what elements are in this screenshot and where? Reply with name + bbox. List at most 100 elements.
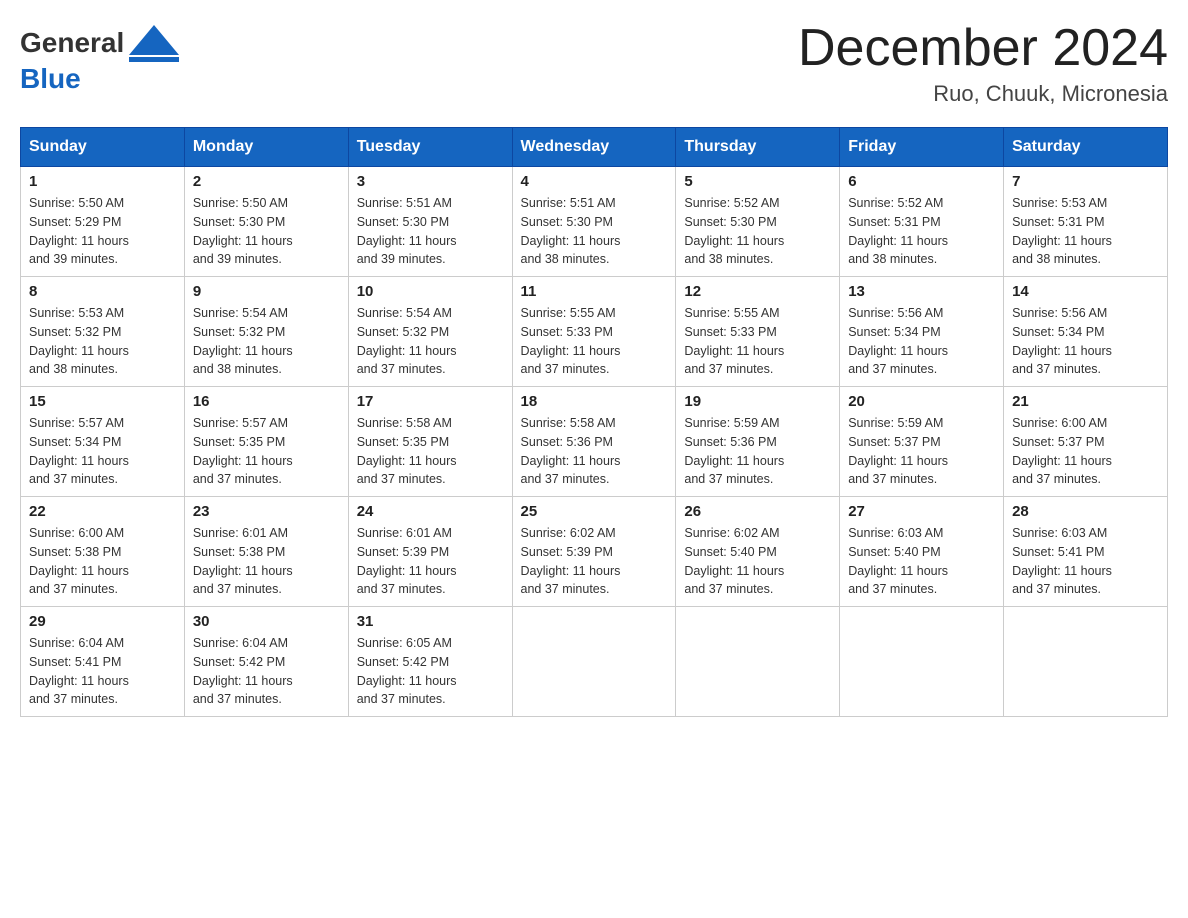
- day-info: Sunrise: 5:50 AMSunset: 5:30 PMDaylight:…: [193, 194, 340, 269]
- day-number: 8: [29, 283, 176, 300]
- day-number: 7: [1012, 173, 1159, 190]
- day-info: Sunrise: 5:50 AMSunset: 5:29 PMDaylight:…: [29, 194, 176, 269]
- day-info: Sunrise: 6:05 AMSunset: 5:42 PMDaylight:…: [357, 634, 504, 709]
- day-number: 9: [193, 283, 340, 300]
- day-info: Sunrise: 5:59 AMSunset: 5:37 PMDaylight:…: [848, 414, 995, 489]
- day-info: Sunrise: 5:56 AMSunset: 5:34 PMDaylight:…: [1012, 304, 1159, 379]
- day-number: 4: [521, 173, 668, 190]
- day-info: Sunrise: 6:00 AMSunset: 5:38 PMDaylight:…: [29, 524, 176, 599]
- day-number: 31: [357, 613, 504, 630]
- calendar-cell: 29 Sunrise: 6:04 AMSunset: 5:41 PMDayligh…: [21, 607, 185, 717]
- day-number: 2: [193, 173, 340, 190]
- calendar-cell: [676, 607, 840, 717]
- day-info: Sunrise: 5:52 AMSunset: 5:31 PMDaylight:…: [848, 194, 995, 269]
- day-info: Sunrise: 5:58 AMSunset: 5:36 PMDaylight:…: [521, 414, 668, 489]
- calendar-cell: 12 Sunrise: 5:55 AMSunset: 5:33 PMDayligh…: [676, 277, 840, 387]
- day-info: Sunrise: 5:51 AMSunset: 5:30 PMDaylight:…: [357, 194, 504, 269]
- logo-blue-text: Blue: [20, 65, 81, 93]
- calendar-cell: 31 Sunrise: 6:05 AMSunset: 5:42 PMDayligh…: [348, 607, 512, 717]
- day-info: Sunrise: 6:01 AMSunset: 5:39 PMDaylight:…: [357, 524, 504, 599]
- day-number: 19: [684, 393, 831, 410]
- day-info: Sunrise: 5:58 AMSunset: 5:35 PMDaylight:…: [357, 414, 504, 489]
- header-monday: Monday: [184, 128, 348, 167]
- title-section: December 2024 Ruo, Chuuk, Micronesia: [798, 20, 1168, 107]
- calendar-cell: 16Sunrise: 5:57 AMSunset: 5:35 PMDayligh…: [184, 387, 348, 497]
- logo: General Blue: [20, 20, 179, 93]
- day-number: 18: [521, 393, 668, 410]
- day-info: Sunrise: 6:01 AMSunset: 5:38 PMDaylight:…: [193, 524, 340, 599]
- day-number: 13: [848, 283, 995, 300]
- calendar-cell: 9 Sunrise: 5:54 AMSunset: 5:32 PMDaylight…: [184, 277, 348, 387]
- day-info: Sunrise: 5:54 AMSunset: 5:32 PMDaylight:…: [357, 304, 504, 379]
- logo-general-text: General: [20, 29, 124, 57]
- header-friday: Friday: [840, 128, 1004, 167]
- day-info: Sunrise: 6:04 AMSunset: 5:41 PMDaylight:…: [29, 634, 176, 709]
- calendar-cell: 18 Sunrise: 5:58 AMSunset: 5:36 PMDayligh…: [512, 387, 676, 497]
- day-info: Sunrise: 5:54 AMSunset: 5:32 PMDaylight:…: [193, 304, 340, 379]
- header-saturday: Saturday: [1004, 128, 1168, 167]
- month-title: December 2024: [798, 20, 1168, 77]
- calendar-cell: 21 Sunrise: 6:00 AMSunset: 5:37 PMDayligh…: [1004, 387, 1168, 497]
- day-number: 14: [1012, 283, 1159, 300]
- header-row: Sunday Monday Tuesday Wednesday Thursday…: [21, 128, 1168, 167]
- day-number: 17: [357, 393, 504, 410]
- calendar-cell: 6Sunrise: 5:52 AMSunset: 5:31 PMDaylight…: [840, 167, 1004, 277]
- day-info: Sunrise: 6:04 AMSunset: 5:42 PMDaylight:…: [193, 634, 340, 709]
- calendar-cell: 5 Sunrise: 5:52 AMSunset: 5:30 PMDaylight…: [676, 167, 840, 277]
- day-number: 22: [29, 503, 176, 520]
- calendar-row: 29 Sunrise: 6:04 AMSunset: 5:41 PMDayligh…: [21, 607, 1168, 717]
- day-number: 21: [1012, 393, 1159, 410]
- calendar-cell: 22 Sunrise: 6:00 AMSunset: 5:38 PMDayligh…: [21, 497, 185, 607]
- calendar-cell: 4 Sunrise: 5:51 AMSunset: 5:30 PMDaylight…: [512, 167, 676, 277]
- header-wednesday: Wednesday: [512, 128, 676, 167]
- calendar-cell: 26 Sunrise: 6:02 AMSunset: 5:40 PMDayligh…: [676, 497, 840, 607]
- day-info: Sunrise: 5:55 AMSunset: 5:33 PMDaylight:…: [521, 304, 668, 379]
- calendar-row: 22 Sunrise: 6:00 AMSunset: 5:38 PMDayligh…: [21, 497, 1168, 607]
- calendar-cell: 10 Sunrise: 5:54 AMSunset: 5:32 PMDayligh…: [348, 277, 512, 387]
- day-number: 27: [848, 503, 995, 520]
- calendar-cell: 17 Sunrise: 5:58 AMSunset: 5:35 PMDayligh…: [348, 387, 512, 497]
- calendar-cell: 15Sunrise: 5:57 AMSunset: 5:34 PMDayligh…: [21, 387, 185, 497]
- calendar-cell: 13Sunrise: 5:56 AMSunset: 5:34 PMDayligh…: [840, 277, 1004, 387]
- day-info: Sunrise: 6:00 AMSunset: 5:37 PMDaylight:…: [1012, 414, 1159, 489]
- calendar-cell: 27Sunrise: 6:03 AMSunset: 5:40 PMDayligh…: [840, 497, 1004, 607]
- day-number: 5: [684, 173, 831, 190]
- day-number: 1: [29, 173, 176, 190]
- calendar-cell: 28Sunrise: 6:03 AMSunset: 5:41 PMDayligh…: [1004, 497, 1168, 607]
- day-info: Sunrise: 5:57 AMSunset: 5:35 PMDaylight:…: [193, 414, 340, 489]
- logo-icon: [124, 20, 179, 65]
- calendar-cell: [1004, 607, 1168, 717]
- day-info: Sunrise: 5:53 AMSunset: 5:32 PMDaylight:…: [29, 304, 176, 379]
- calendar-cell: 11 Sunrise: 5:55 AMSunset: 5:33 PMDayligh…: [512, 277, 676, 387]
- calendar-body: 1 Sunrise: 5:50 AMSunset: 5:29 PMDaylight…: [21, 167, 1168, 717]
- location-subtitle: Ruo, Chuuk, Micronesia: [798, 81, 1168, 107]
- calendar-cell: 1 Sunrise: 5:50 AMSunset: 5:29 PMDaylight…: [21, 167, 185, 277]
- day-info: Sunrise: 5:51 AMSunset: 5:30 PMDaylight:…: [521, 194, 668, 269]
- calendar-cell: [840, 607, 1004, 717]
- day-number: 29: [29, 613, 176, 630]
- calendar-table: Sunday Monday Tuesday Wednesday Thursday…: [20, 127, 1168, 717]
- day-info: Sunrise: 5:52 AMSunset: 5:30 PMDaylight:…: [684, 194, 831, 269]
- day-number: 12: [684, 283, 831, 300]
- page-header: General Blue December 2024 Ruo, Chuuk, M…: [20, 20, 1168, 107]
- calendar-cell: 3 Sunrise: 5:51 AMSunset: 5:30 PMDaylight…: [348, 167, 512, 277]
- calendar-row: 1 Sunrise: 5:50 AMSunset: 5:29 PMDaylight…: [21, 167, 1168, 277]
- calendar-cell: 30 Sunrise: 6:04 AMSunset: 5:42 PMDayligh…: [184, 607, 348, 717]
- calendar-row: 15Sunrise: 5:57 AMSunset: 5:34 PMDayligh…: [21, 387, 1168, 497]
- day-number: 25: [521, 503, 668, 520]
- calendar-cell: 24Sunrise: 6:01 AMSunset: 5:39 PMDayligh…: [348, 497, 512, 607]
- day-number: 10: [357, 283, 504, 300]
- calendar-header: Sunday Monday Tuesday Wednesday Thursday…: [21, 128, 1168, 167]
- calendar-cell: 8 Sunrise: 5:53 AMSunset: 5:32 PMDaylight…: [21, 277, 185, 387]
- day-info: Sunrise: 6:02 AMSunset: 5:40 PMDaylight:…: [684, 524, 831, 599]
- day-number: 20: [848, 393, 995, 410]
- day-number: 15: [29, 393, 176, 410]
- day-info: Sunrise: 5:53 AMSunset: 5:31 PMDaylight:…: [1012, 194, 1159, 269]
- day-info: Sunrise: 5:59 AMSunset: 5:36 PMDaylight:…: [684, 414, 831, 489]
- day-number: 11: [521, 283, 668, 300]
- calendar-cell: [512, 607, 676, 717]
- day-number: 26: [684, 503, 831, 520]
- day-number: 30: [193, 613, 340, 630]
- day-number: 3: [357, 173, 504, 190]
- day-info: Sunrise: 5:55 AMSunset: 5:33 PMDaylight:…: [684, 304, 831, 379]
